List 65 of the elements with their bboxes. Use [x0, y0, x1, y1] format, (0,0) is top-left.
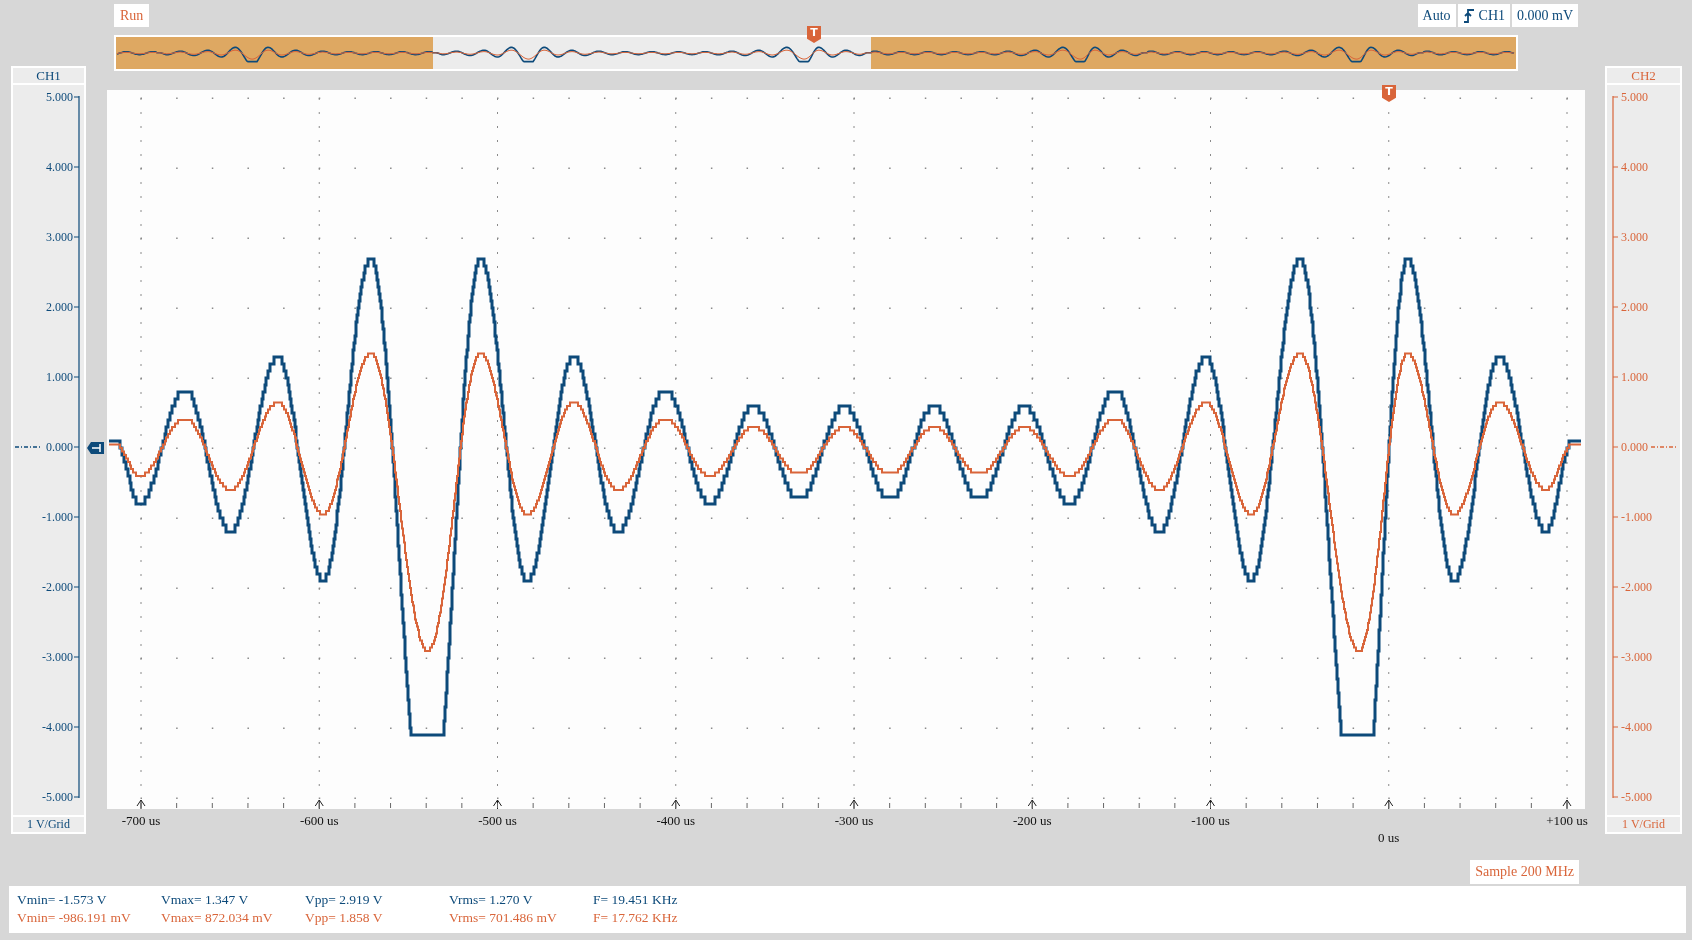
y-tick-label: 4.000 [1621, 160, 1648, 174]
y-tick-label: -1.000 [42, 510, 73, 524]
volts-per-division-label: 1 V/Grid [13, 817, 84, 832]
y-tick-label: 3.000 [1621, 230, 1648, 244]
measurement-value: Vmin= -1.573 V [17, 892, 108, 909]
measurement-value: F= 17.762 KHz [593, 909, 679, 927]
time-axis-label: -300 us [834, 813, 874, 829]
measurement-value: Vmax= 1.347 V [161, 892, 250, 909]
time-tick-marker [849, 799, 859, 809]
measurement-value: Vrms= 1.270 V [449, 892, 534, 909]
y-tick-label: 2.000 [1621, 300, 1648, 314]
y-tick-label: 1.000 [1621, 370, 1648, 384]
measurement-value: Vrms= 701.486 mV [449, 909, 558, 927]
volts-per-division-label: 1 V/Grid [1607, 817, 1680, 832]
time-tick-marker [136, 799, 146, 809]
measurement-value: Vpp= 2.919 V [305, 892, 384, 909]
y-tick-label: -2.000 [42, 580, 73, 594]
time-axis-label: -600 us [299, 813, 339, 829]
y-tick-label: -2.000 [1621, 580, 1652, 594]
time-tick-marker [1562, 799, 1572, 809]
rising-edge-icon [1462, 7, 1475, 24]
time-tick-marker [1384, 799, 1394, 809]
y-tick-label: -5.000 [42, 790, 73, 804]
time-tick-marker [671, 799, 681, 809]
ground-level-line [14, 446, 42, 448]
time-tick-marker [1206, 799, 1215, 809]
channel-label: CH1 [13, 68, 84, 83]
measurement-value: Vpp= 1.858 V [305, 909, 384, 927]
time-axis-label: -700 us [121, 813, 161, 829]
measurement-value: F= 19.451 KHz [593, 892, 679, 909]
ground-marker[interactable] [87, 441, 105, 455]
trigger-marker[interactable]: T [1382, 85, 1396, 102]
y-tick-label: -4.000 [1621, 720, 1652, 734]
y-tick-label: -3.000 [42, 650, 73, 664]
waveform-overview[interactable] [114, 35, 1518, 71]
time-tick-marker [314, 799, 324, 809]
time-axis-label: -400 us [656, 813, 696, 829]
y-tick-label: 5.000 [1621, 90, 1648, 104]
trigger-level-field[interactable]: 0.000 mV [1512, 4, 1578, 27]
channel-label: CH2 [1607, 68, 1680, 83]
y-tick-label: 2.000 [46, 300, 73, 314]
y-tick-label: 1.000 [46, 370, 73, 384]
time-axis-label: -100 us [1191, 813, 1230, 829]
run-status-button[interactable]: Run [114, 4, 150, 27]
y-tick-label: 0.000 [1621, 440, 1648, 454]
y-tick-label: 4.000 [46, 160, 73, 174]
sample-rate-label: Sample 200 MHz [1470, 860, 1579, 884]
y-tick-label: 5.000 [46, 90, 73, 104]
y-tick-label: -1.000 [1621, 510, 1652, 524]
y-tick-label: -4.000 [42, 720, 73, 734]
time-axis-label: +100 us [1546, 813, 1588, 829]
y-tick-label: -3.000 [1621, 650, 1652, 664]
time-axis-label: -200 us [1012, 813, 1052, 829]
y-tick-label: 3.000 [46, 230, 73, 244]
time-tick-marker [1027, 799, 1037, 809]
measurement-value: Vmax= 872.034 mV [161, 909, 274, 927]
measurement-value: Vmin= -986.191 mV [17, 909, 132, 927]
time-axis-label: -500 us [478, 813, 517, 829]
ground-level-line [1650, 446, 1677, 448]
y-tick-label: 0.000 [46, 440, 73, 454]
trigger-mode-button[interactable]: Auto [1417, 4, 1456, 27]
y-tick-label: -5.000 [1621, 790, 1652, 804]
time-axis-label: 0 us [1378, 830, 1400, 846]
trigger-source-button[interactable]: CH1 [1457, 4, 1510, 27]
time-tick-marker [493, 799, 502, 809]
